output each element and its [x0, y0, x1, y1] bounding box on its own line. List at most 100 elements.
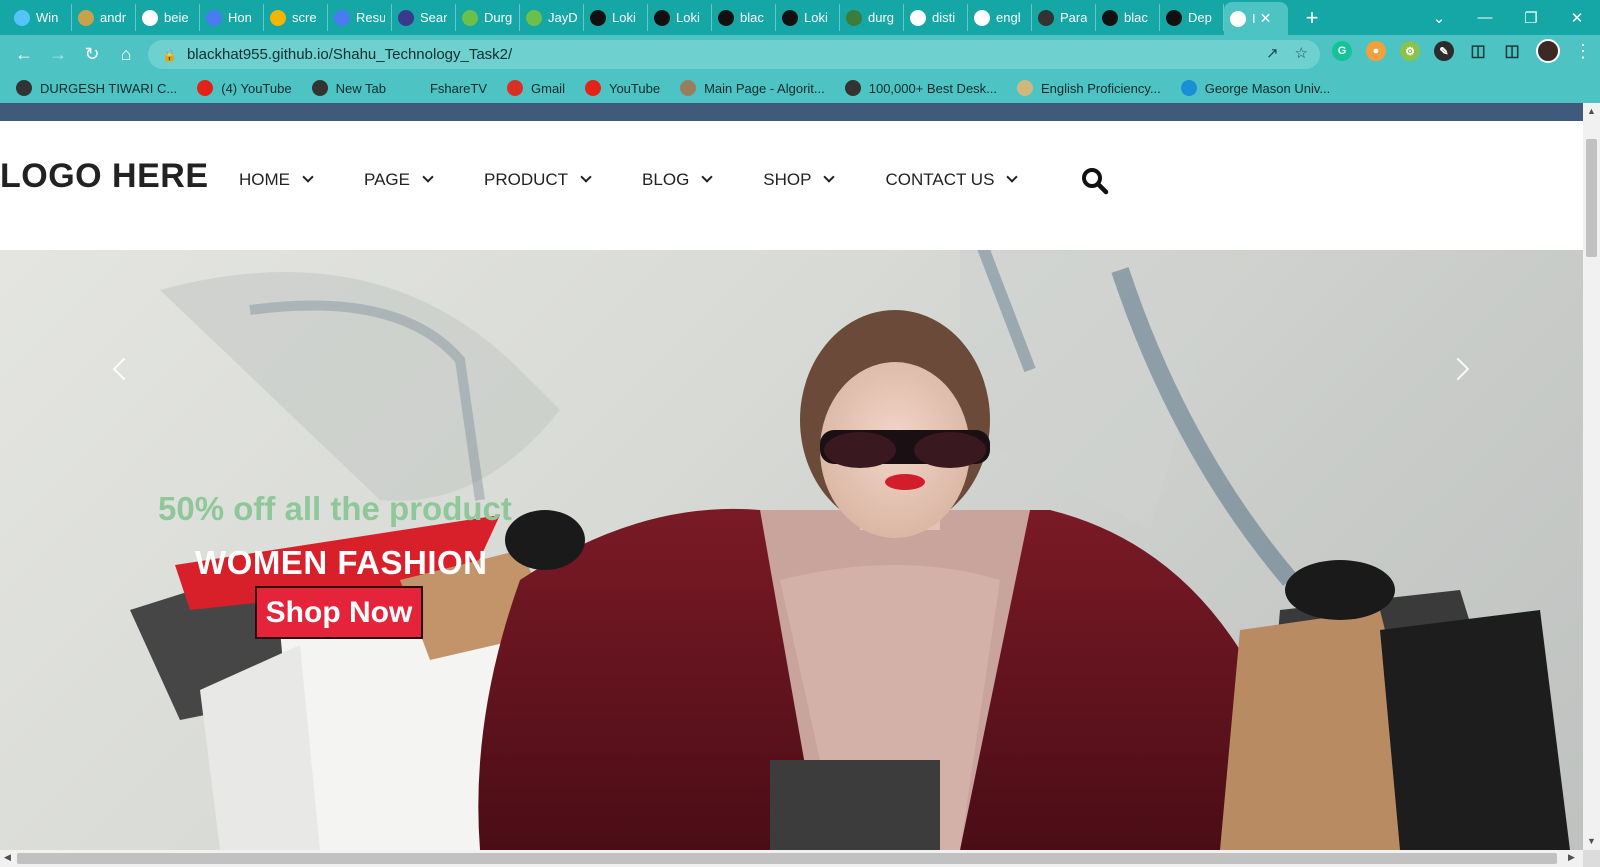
nav-label: PRODUCT: [483, 170, 569, 189]
browser-tab[interactable]: blac: [712, 4, 776, 31]
tab-title: Dep: [1188, 10, 1212, 25]
back-icon[interactable]: ←: [8, 39, 40, 69]
tab-search-icon[interactable]: ⌄: [1416, 9, 1462, 27]
chevron-down-icon: [302, 171, 314, 183]
tab-title: Loki: [804, 10, 828, 25]
hero-headline: WOMEN FASHION: [195, 544, 488, 581]
android-icon: [78, 9, 94, 26]
bookmark-item[interactable]: DURGESH TIWARI C...: [16, 80, 177, 96]
docs-icon: [334, 9, 350, 26]
bookmark-item[interactable]: (4) YouTube: [197, 80, 292, 96]
nav-item-shop[interactable]: SHOP: [763, 170, 836, 190]
bookmark-label: Gmail: [531, 80, 565, 96]
reload-icon[interactable]: ↻: [76, 39, 108, 69]
grammarly-icon[interactable]: G: [1332, 41, 1352, 61]
bookmark-item[interactable]: YouTube: [584, 80, 660, 96]
bookmark-star-icon[interactable]: ☆: [1295, 44, 1308, 62]
nav-label: SHOP: [763, 170, 812, 189]
chevron-down-icon: [823, 171, 836, 183]
minimize-icon[interactable]: —: [1462, 9, 1508, 26]
share-icon[interactable]: ↗: [1266, 44, 1279, 62]
chevron-down-icon: [580, 171, 592, 183]
browser-tab[interactable]: Resu: [328, 4, 392, 31]
google-icon: [910, 9, 926, 26]
browser-tab[interactable]: Sear: [392, 4, 456, 31]
browser-tab[interactable]: durg: [840, 4, 904, 31]
url-text[interactable]: blackhat955.github.io/Shahu_Technology_T…: [187, 46, 512, 63]
bookmark-label: DURGESH TIWARI C...: [40, 80, 178, 96]
promo-text: 50% off all the product: [158, 490, 512, 527]
nav-item-blog[interactable]: BLOG: [642, 170, 713, 190]
bookmark-item[interactable]: Main Page - Algorit...: [680, 80, 825, 96]
shop-now-button[interactable]: Shop Now: [255, 586, 423, 639]
scroll-down-icon[interactable]: ▼: [1587, 836, 1596, 846]
profile-avatar[interactable]: [1536, 39, 1560, 63]
bookmark-item[interactable]: English Proficiency...: [1017, 80, 1161, 96]
browser-tab[interactable]: engl: [968, 4, 1032, 31]
new-tab-button[interactable]: +: [1298, 4, 1326, 32]
browser-tab[interactable]: Para: [1032, 4, 1096, 31]
side-panel-icon[interactable]: ◫: [1502, 41, 1522, 61]
quill-icon: [1038, 9, 1054, 26]
browser-tab[interactable]: Win: [8, 4, 72, 31]
nav-item-home[interactable]: HOME: [239, 170, 314, 190]
tab-title: andr: [100, 10, 127, 25]
extensions-area: G ● ⚙ ✎ ◫ ◫ ⋮: [1332, 39, 1592, 63]
nav-item-contact-us[interactable]: CONTACT US: [885, 170, 1019, 190]
site-header: LOGO HERE HOME PAGE PRODUCT BLOG SHOP CONTACT…: [0, 121, 1583, 250]
tab-title: blac: [740, 10, 764, 25]
tab-strip: Win andr beie Hon scre Resu Sear Durg JayD Loki Lo…: [0, 0, 1600, 35]
close-window-icon[interactable]: ✕: [1554, 9, 1600, 27]
menu-dots-icon[interactable]: ⋮: [1574, 41, 1592, 62]
scroll-up-icon[interactable]: ▲: [1587, 106, 1596, 116]
bookmark-item[interactable]: FshareTV: [405, 80, 487, 96]
puzzle-icon[interactable]: ◫: [1468, 41, 1488, 61]
browser-tab[interactable]: Loki: [584, 4, 648, 31]
extension-icon[interactable]: ●: [1366, 41, 1386, 61]
search-icon[interactable]: [1081, 167, 1109, 195]
browser-tab[interactable]: scre: [264, 4, 328, 31]
scroll-right-icon[interactable]: ▶: [1568, 852, 1575, 863]
close-tab-icon[interactable]: ✕: [1260, 10, 1272, 27]
browser-tab[interactable]: Loki: [776, 4, 840, 31]
site-logo[interactable]: LOGO HERE: [0, 157, 209, 196]
horizontal-scrollbar[interactable]: ◀ ▶: [0, 850, 1583, 867]
browser-tab[interactable]: blac: [1096, 4, 1160, 31]
home-icon[interactable]: ⌂: [110, 39, 142, 69]
bookmark-item[interactable]: Gmail: [507, 80, 565, 96]
horizontal-scroll-thumb[interactable]: [17, 853, 1557, 864]
vertical-scrollbar[interactable]: ▲ ▼: [1583, 103, 1600, 850]
browser-tab[interactable]: disti: [904, 4, 968, 31]
globe-icon: [16, 80, 32, 96]
leaf-icon: [526, 9, 542, 26]
forward-icon[interactable]: →: [42, 39, 74, 69]
tab-title: Loki: [676, 10, 700, 25]
lock-icon[interactable]: 🔒: [162, 48, 177, 62]
nav-item-page[interactable]: PAGE: [364, 170, 434, 190]
tab-title: JayD: [548, 10, 577, 25]
bookmark-item[interactable]: George Mason Univ...: [1180, 80, 1331, 96]
browser-tab[interactable]: Hon: [200, 4, 264, 31]
pen-extension-icon[interactable]: ✎: [1434, 41, 1454, 61]
docs-icon: [206, 9, 222, 26]
bookmark-item[interactable]: 100,000+ Best Desk...: [844, 80, 997, 96]
bookmark-item[interactable]: New Tab: [311, 80, 386, 96]
browser-tab[interactable]: beie: [136, 4, 200, 31]
bookmark-label: George Mason Univ...: [1204, 80, 1331, 96]
browser-toolbar: ← → ↻ ⌂ 🔒 blackhat955.github.io/Shahu_Te…: [0, 35, 1600, 73]
globe-icon: [1230, 10, 1246, 27]
browser-tab[interactable]: JayD: [520, 4, 584, 31]
scroll-left-icon[interactable]: ◀: [4, 852, 11, 863]
gear-extension-icon[interactable]: ⚙: [1400, 41, 1420, 61]
browser-tab[interactable]: Durg: [456, 4, 520, 31]
vertical-scroll-thumb[interactable]: [1586, 139, 1597, 257]
tab-title: Para: [1060, 10, 1088, 25]
browser-tab[interactable]: andr: [72, 4, 136, 31]
window-controls: ⌄ — ❐ ✕: [1416, 0, 1600, 35]
browser-tab[interactable]: I ✕: [1224, 2, 1288, 35]
browser-tab[interactable]: Loki: [648, 4, 712, 31]
nav-item-product[interactable]: PRODUCT: [483, 170, 592, 190]
address-bar[interactable]: 🔒 blackhat955.github.io/Shahu_Technology…: [148, 40, 1320, 69]
restore-icon[interactable]: ❐: [1508, 9, 1554, 27]
browser-tab[interactable]: Dep: [1160, 4, 1224, 31]
